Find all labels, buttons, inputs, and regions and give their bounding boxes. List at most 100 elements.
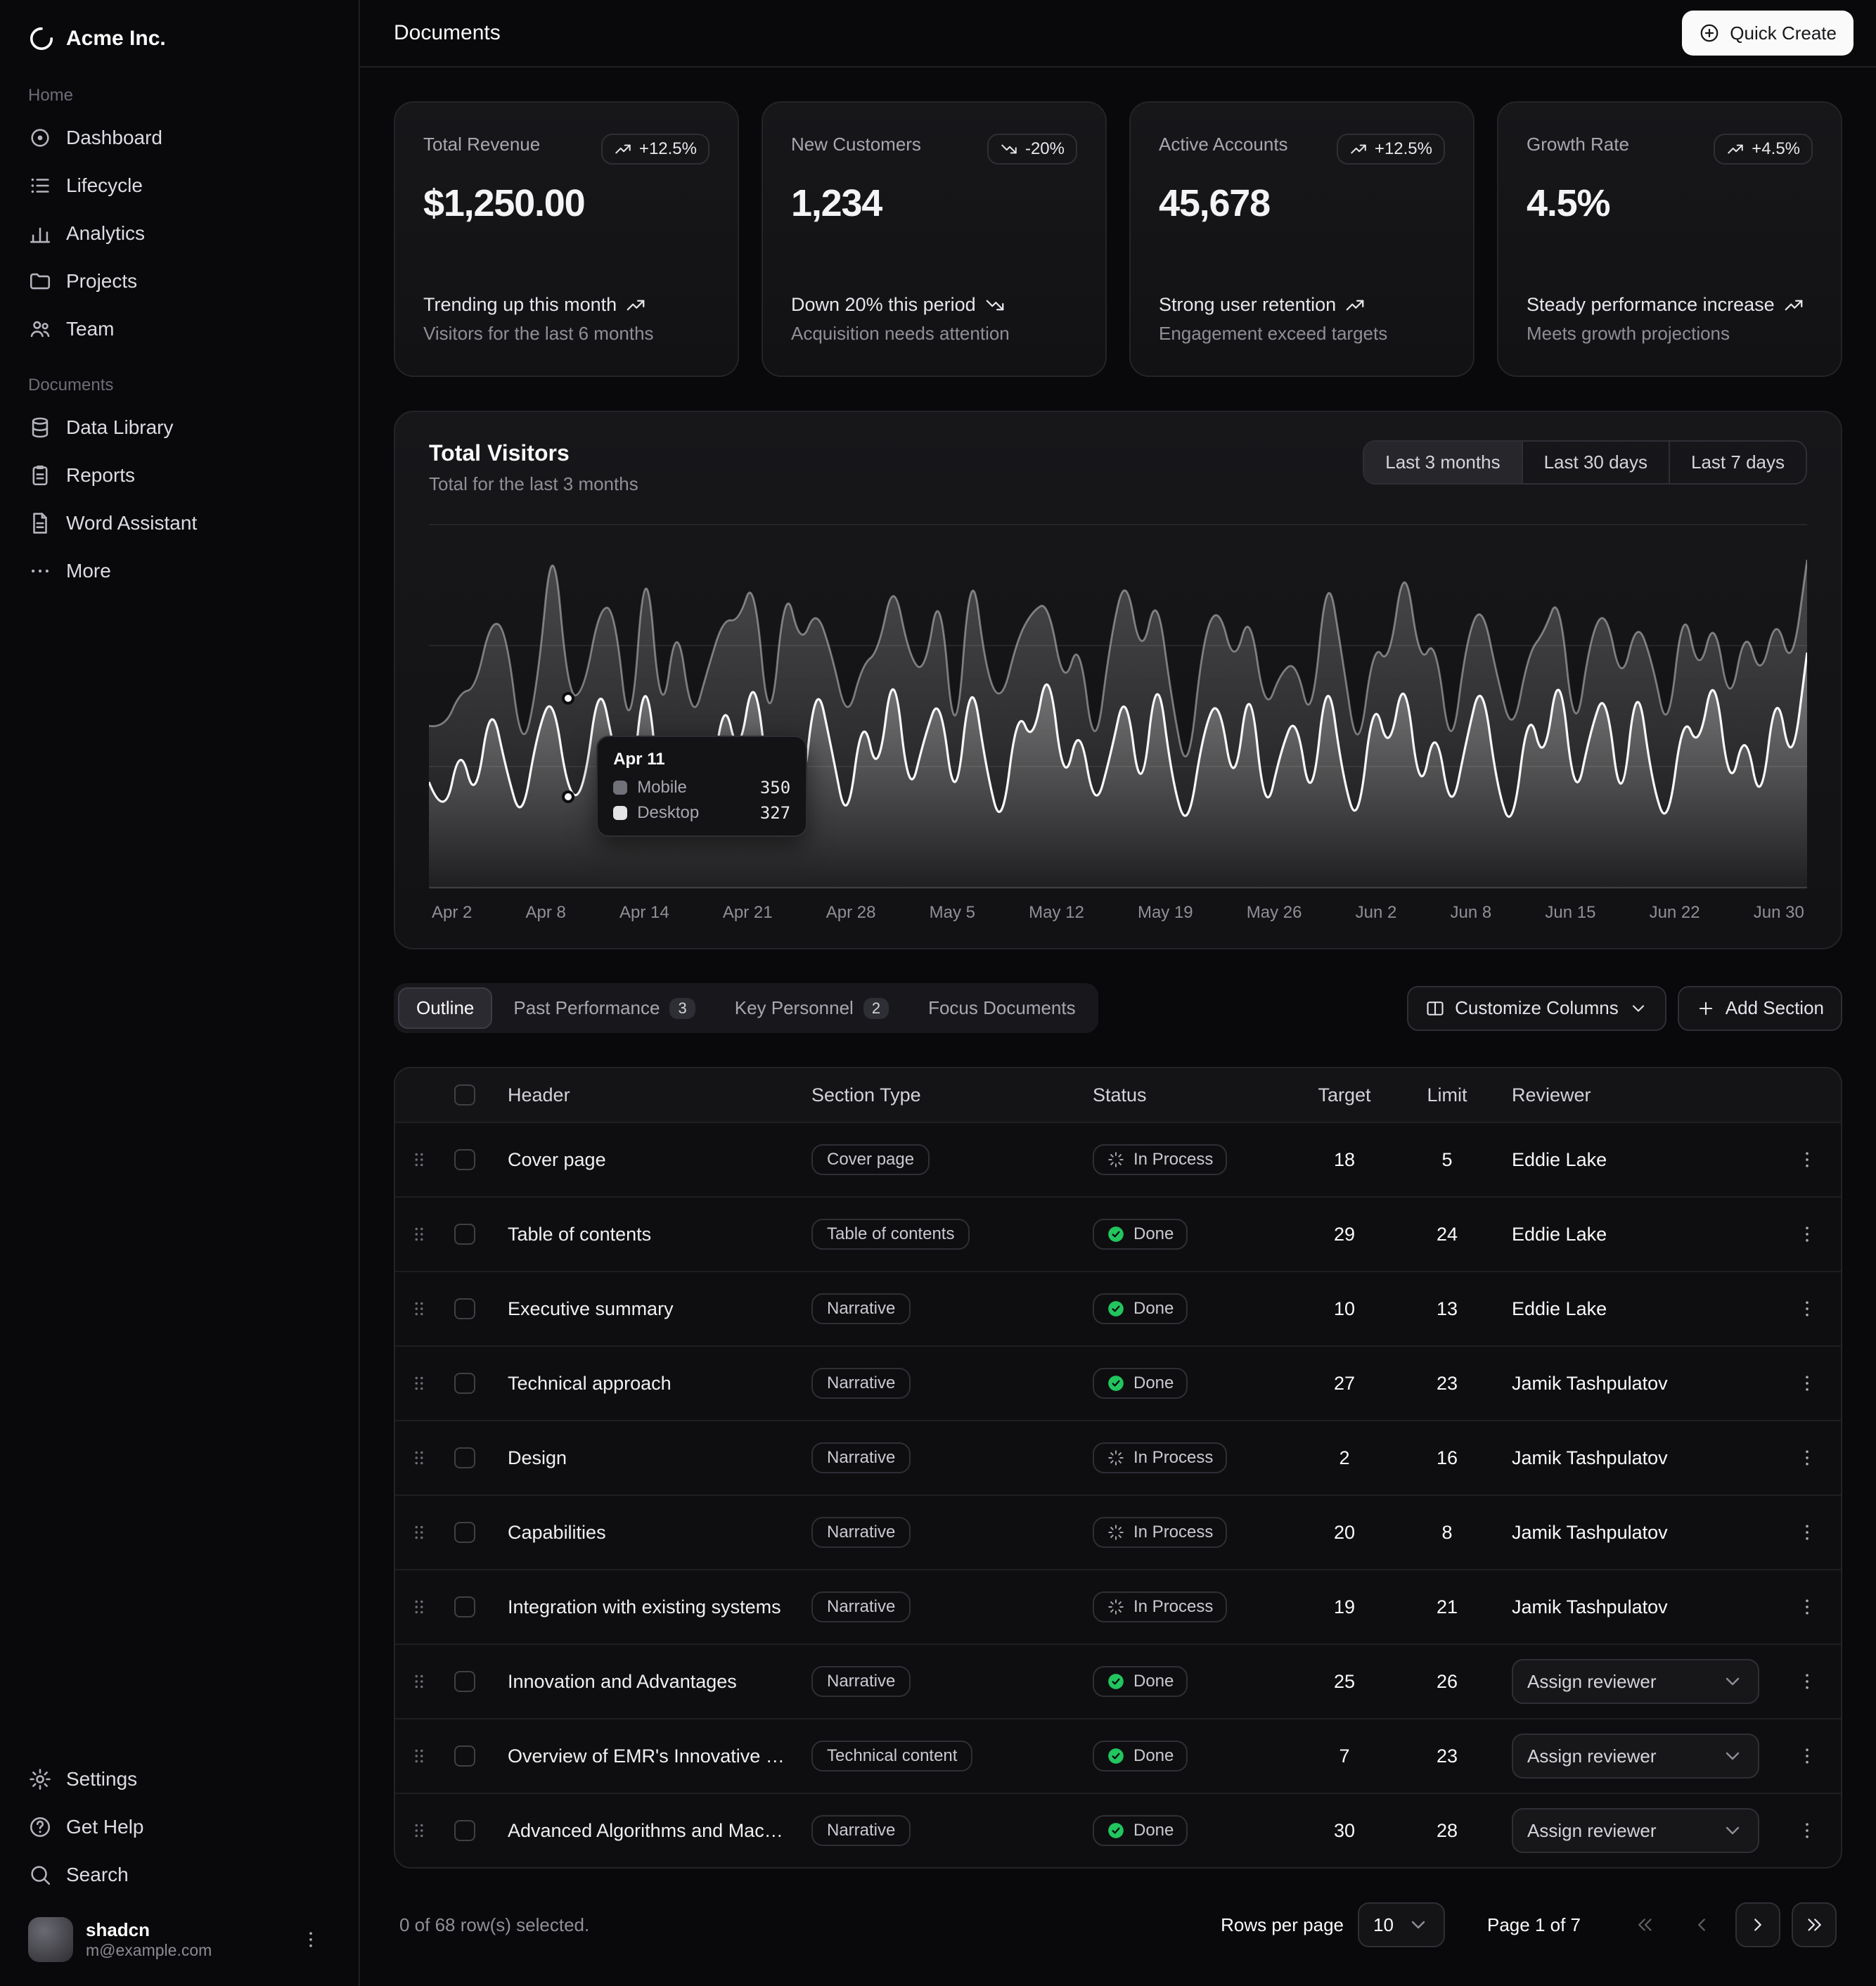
target-value[interactable]: 7 bbox=[1295, 1745, 1394, 1767]
select-all-checkbox[interactable] bbox=[454, 1084, 475, 1106]
limit-value[interactable]: 5 bbox=[1394, 1149, 1501, 1171]
row-checkbox[interactable] bbox=[454, 1745, 475, 1767]
limit-value[interactable]: 13 bbox=[1394, 1298, 1501, 1320]
row-menu-button[interactable] bbox=[1787, 1364, 1827, 1403]
drag-handle[interactable] bbox=[395, 1671, 443, 1692]
drag-handle[interactable] bbox=[395, 1522, 443, 1543]
limit-value[interactable]: 23 bbox=[1394, 1373, 1501, 1395]
target-value[interactable]: 27 bbox=[1295, 1373, 1394, 1395]
sidebar-item[interactable]: Dashboard bbox=[17, 114, 342, 162]
limit-value[interactable]: 8 bbox=[1394, 1522, 1501, 1544]
row-header[interactable]: Table of contents bbox=[496, 1224, 800, 1245]
sidebar-item[interactable]: Analytics bbox=[17, 210, 342, 257]
row-checkbox[interactable] bbox=[454, 1298, 475, 1319]
user-menu[interactable]: shadcn m@example.com bbox=[17, 1907, 342, 1972]
row-header[interactable]: Design bbox=[496, 1447, 800, 1469]
drag-handle[interactable] bbox=[395, 1447, 443, 1468]
assign-reviewer-select[interactable]: Assign reviewer bbox=[1512, 1734, 1759, 1779]
row-checkbox[interactable] bbox=[454, 1149, 475, 1170]
range-toggle[interactable]: Last 3 months bbox=[1364, 442, 1521, 483]
sidebar-footer-item[interactable]: Get Help bbox=[17, 1803, 342, 1851]
limit-value[interactable]: 24 bbox=[1394, 1224, 1501, 1245]
add-section-button[interactable]: Add Section bbox=[1678, 986, 1842, 1031]
row-checkbox[interactable] bbox=[454, 1447, 475, 1468]
sidebar-item-label: Projects bbox=[66, 270, 137, 293]
limit-value[interactable]: 21 bbox=[1394, 1596, 1501, 1618]
brand[interactable]: Acme Inc. bbox=[17, 14, 342, 63]
row-checkbox[interactable] bbox=[454, 1373, 475, 1394]
drag-handle[interactable] bbox=[395, 1224, 443, 1245]
user-menu-button[interactable] bbox=[291, 1920, 330, 1959]
row-menu-button[interactable] bbox=[1787, 1140, 1827, 1179]
customize-columns-button[interactable]: Customize Columns bbox=[1407, 986, 1666, 1031]
drag-handle[interactable] bbox=[395, 1149, 443, 1170]
first-page-button[interactable] bbox=[1623, 1902, 1668, 1947]
nav-group-home: Dashboard Lifecycle Analytics Projects T… bbox=[17, 114, 342, 353]
target-value[interactable]: 20 bbox=[1295, 1522, 1394, 1544]
row-checkbox[interactable] bbox=[454, 1596, 475, 1617]
limit-value[interactable]: 16 bbox=[1394, 1447, 1501, 1469]
target-value[interactable]: 19 bbox=[1295, 1596, 1394, 1618]
sidebar-footer-item[interactable]: Search bbox=[17, 1851, 342, 1899]
sidebar-item[interactable]: Projects bbox=[17, 257, 342, 305]
range-toggle[interactable]: Last 7 days bbox=[1669, 442, 1806, 483]
row-menu-button[interactable] bbox=[1787, 1289, 1827, 1328]
chart-plot-area[interactable]: Apr 11 Mobile 350 Desktop bbox=[429, 523, 1807, 889]
rows-per-page-select[interactable]: 10 bbox=[1358, 1902, 1445, 1947]
row-checkbox[interactable] bbox=[454, 1522, 475, 1543]
row-header[interactable]: Advanced Algorithms and Machine Learning bbox=[496, 1820, 800, 1842]
target-value[interactable]: 29 bbox=[1295, 1224, 1394, 1245]
drag-handle[interactable] bbox=[395, 1745, 443, 1767]
view-tab[interactable]: Key Personnel 2 bbox=[717, 987, 907, 1029]
row-menu-button[interactable] bbox=[1787, 1736, 1827, 1776]
sidebar-item[interactable]: Team bbox=[17, 305, 342, 353]
row-menu-button[interactable] bbox=[1787, 1513, 1827, 1552]
drag-handle[interactable] bbox=[395, 1298, 443, 1319]
assign-reviewer-select[interactable]: Assign reviewer bbox=[1512, 1659, 1759, 1704]
x-axis-tick: Jun 8 bbox=[1451, 903, 1492, 923]
row-menu-button[interactable] bbox=[1787, 1811, 1827, 1850]
view-tab[interactable]: Past Performance 3 bbox=[495, 987, 713, 1029]
drag-handle[interactable] bbox=[395, 1596, 443, 1617]
target-value[interactable]: 18 bbox=[1295, 1149, 1394, 1171]
row-header[interactable]: Integration with existing systems bbox=[496, 1596, 800, 1618]
target-value[interactable]: 10 bbox=[1295, 1298, 1394, 1320]
last-page-button[interactable] bbox=[1792, 1902, 1837, 1947]
next-page-button[interactable] bbox=[1735, 1902, 1780, 1947]
sidebar-item-icon bbox=[28, 511, 52, 535]
row-checkbox[interactable] bbox=[454, 1224, 475, 1245]
target-value[interactable]: 2 bbox=[1295, 1447, 1394, 1469]
assign-reviewer-select[interactable]: Assign reviewer bbox=[1512, 1808, 1759, 1853]
row-checkbox[interactable] bbox=[454, 1820, 475, 1841]
range-toggle[interactable]: Last 30 days bbox=[1522, 442, 1669, 483]
sidebar-item[interactable]: Lifecycle bbox=[17, 162, 342, 210]
view-tab[interactable]: Outline bbox=[398, 987, 492, 1029]
row-header[interactable]: Cover page bbox=[496, 1149, 800, 1171]
row-header[interactable]: Technical approach bbox=[496, 1373, 800, 1395]
row-header[interactable]: Innovation and Advantages bbox=[496, 1671, 800, 1693]
sidebar-item[interactable]: Data Library bbox=[17, 404, 342, 451]
row-menu-button[interactable] bbox=[1787, 1215, 1827, 1254]
row-menu-button[interactable] bbox=[1787, 1662, 1827, 1701]
stat-card: New Customers -20% 1,234 Down 20% this p… bbox=[762, 101, 1107, 377]
limit-value[interactable]: 23 bbox=[1394, 1745, 1501, 1767]
sidebar-item[interactable]: More bbox=[17, 547, 342, 595]
drag-handle[interactable] bbox=[395, 1373, 443, 1394]
target-value[interactable]: 25 bbox=[1295, 1671, 1394, 1693]
row-menu-button[interactable] bbox=[1787, 1587, 1827, 1627]
limit-value[interactable]: 26 bbox=[1394, 1671, 1501, 1693]
row-header[interactable]: Capabilities bbox=[496, 1522, 800, 1544]
sidebar-footer-item[interactable]: Settings bbox=[17, 1755, 342, 1803]
row-header[interactable]: Executive summary bbox=[496, 1298, 800, 1320]
sidebar-item[interactable]: Word Assistant bbox=[17, 499, 342, 547]
prev-page-button[interactable] bbox=[1679, 1902, 1724, 1947]
target-value[interactable]: 30 bbox=[1295, 1820, 1394, 1842]
limit-value[interactable]: 28 bbox=[1394, 1820, 1501, 1842]
view-tab[interactable]: Focus Documents bbox=[910, 987, 1094, 1029]
sidebar-item[interactable]: Reports bbox=[17, 451, 342, 499]
quick-create-button[interactable]: Quick Create bbox=[1682, 11, 1853, 56]
drag-handle[interactable] bbox=[395, 1820, 443, 1841]
row-checkbox[interactable] bbox=[454, 1671, 475, 1692]
row-header[interactable]: Overview of EMR's Innovative Solutions bbox=[496, 1745, 800, 1767]
row-menu-button[interactable] bbox=[1787, 1438, 1827, 1478]
